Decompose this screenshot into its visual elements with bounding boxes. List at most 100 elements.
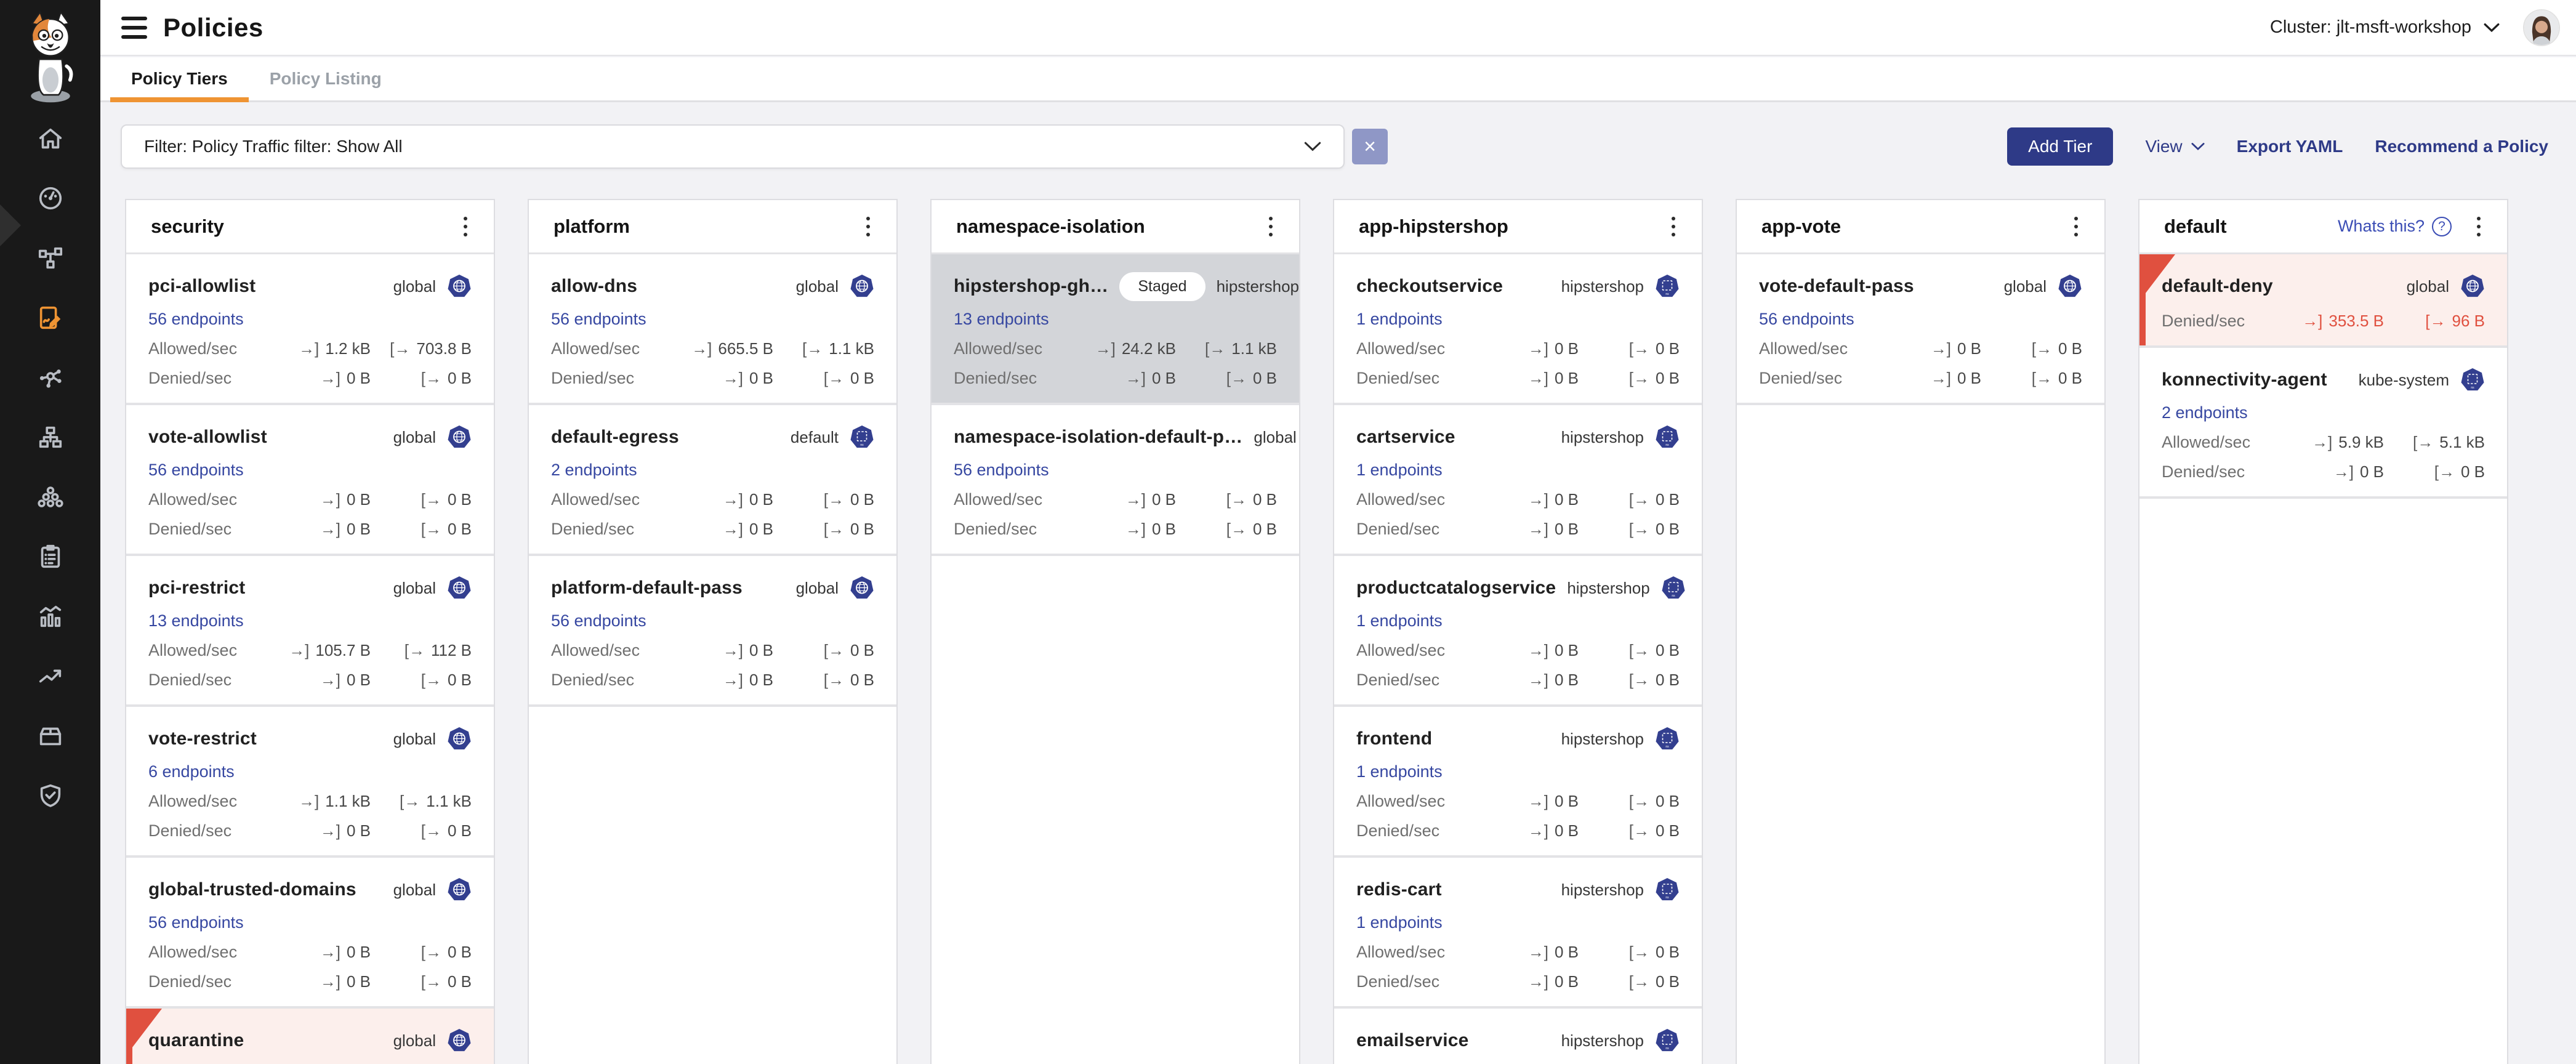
policy-card-productcatalogservice[interactable]: productcatalogservicehipstershop ns 1 en… <box>1334 556 1702 707</box>
policy-card-pci-restrict[interactable]: pci-restrictglobal 13 endpoints Allowed/… <box>126 556 494 707</box>
policy-name: konnectivity-agent <box>2162 369 2327 390</box>
egress-icon: [→ <box>1629 641 1649 660</box>
ingress-value: →]353.5 B <box>2285 312 2384 331</box>
egress-icon: [→ <box>824 369 844 388</box>
tier-column-app-vote: app-vote vote-default-passglobal 56 endp… <box>1736 199 2106 1064</box>
sidebar-item-workloads[interactable] <box>0 467 100 526</box>
stat-label: Allowed/sec <box>1356 792 1480 811</box>
tier-menu-icon[interactable] <box>454 212 477 241</box>
policy-card-vote-allowlist[interactable]: vote-allowlistglobal 56 endpoints Allowe… <box>126 405 494 556</box>
stat-label: Denied/sec <box>148 821 272 840</box>
egress-value: [→703.8 B <box>385 339 472 358</box>
policy-card-header: vote-default-passglobal <box>1759 272 2082 301</box>
namespace-scope-icon: ns <box>850 425 874 449</box>
tabs: Policy Tiers Policy Listing <box>100 57 2576 102</box>
policy-card-default-deny[interactable]: default-denyglobal Denied/sec →]353.5 B … <box>2139 254 2507 348</box>
policy-card-default-egress[interactable]: default-egressdefault ns 2 endpoints All… <box>529 405 896 556</box>
tab-policy-tiers[interactable]: Policy Tiers <box>110 57 249 100</box>
traffic-stat-row: Allowed/sec →]0 B [→0 B <box>954 490 1277 509</box>
endpoints-link[interactable]: 56 endpoints <box>551 310 646 329</box>
add-tier-button[interactable]: Add Tier <box>2007 127 2113 166</box>
stat-label: Denied/sec <box>1759 369 1883 388</box>
tier-menu-icon[interactable] <box>2468 212 2490 241</box>
menu-icon[interactable] <box>121 17 147 39</box>
policy-card-checkoutservice[interactable]: checkoutservicehipstershop ns 1 endpoint… <box>1334 254 1702 405</box>
stat-label: Allowed/sec <box>1356 339 1480 358</box>
avatar[interactable] <box>2523 9 2560 46</box>
endpoints-link[interactable]: 2 endpoints <box>2162 403 2248 422</box>
policy-card-allow-dns[interactable]: allow-dnsglobal 56 endpoints Allowed/sec… <box>529 254 896 405</box>
egress-value: [→0 B <box>788 641 874 660</box>
sidebar-item-nodes[interactable] <box>0 407 100 467</box>
traffic-stat-row: Allowed/sec →]0 B [→0 B <box>1356 943 1680 962</box>
tab-policy-listing[interactable]: Policy Listing <box>249 57 403 100</box>
endpoints-link[interactable]: 13 endpoints <box>954 310 1049 329</box>
egress-value: [→0 B <box>1191 490 1277 509</box>
workloads-icon <box>36 483 65 511</box>
policy-card-konnectivity-agent[interactable]: konnectivity-agentkube-system ns 2 endpo… <box>2139 348 2507 499</box>
clear-filter-button[interactable]: × <box>1352 129 1388 164</box>
traffic-stat-row: Allowed/sec →]5.9 kB [→5.1 kB <box>2162 433 2485 452</box>
policy-card-global-trusted-domains[interactable]: global-trusted-domainsglobal 56 endpoint… <box>126 858 494 1009</box>
endpoints-link[interactable]: 1 endpoints <box>1356 310 1443 329</box>
sidebar-item-home[interactable] <box>0 108 100 168</box>
policy-name: productcatalogservice <box>1356 578 1556 598</box>
endpoints-link[interactable]: 56 endpoints <box>1759 310 1854 329</box>
egress-value: [→0 B <box>1593 972 1680 991</box>
home-icon <box>36 124 65 153</box>
tier-column-app-hipstershop: app-hipstershop checkoutservicehipstersh… <box>1333 199 1703 1064</box>
namespace-scope-icon: ns <box>1655 727 1680 751</box>
policy-scope-label: global <box>796 277 839 296</box>
sidebar-item-compliance[interactable] <box>0 765 100 825</box>
endpoints-link[interactable]: 1 endpoints <box>1356 461 1443 480</box>
sidebar-item-logs[interactable] <box>0 526 100 586</box>
whats-this-link[interactable]: Whats this? ? <box>2338 217 2452 236</box>
export-yaml-button[interactable]: Export YAML <box>2237 137 2343 156</box>
policy-name: quarantine <box>148 1030 244 1051</box>
endpoints-link[interactable]: 56 endpoints <box>148 310 244 329</box>
tier-menu-icon[interactable] <box>1662 212 1684 241</box>
endpoints-link[interactable]: 1 endpoints <box>1356 611 1443 631</box>
policy-card-vote-default-pass[interactable]: vote-default-passglobal 56 endpoints All… <box>1737 254 2104 405</box>
recommend-policy-button[interactable]: Recommend a Policy <box>2375 137 2548 156</box>
endpoints-link[interactable]: 6 endpoints <box>148 762 235 781</box>
policy-card-header: checkoutservicehipstershop ns <box>1356 272 1680 301</box>
endpoints-link[interactable]: 56 endpoints <box>551 611 646 631</box>
endpoints-link[interactable]: 13 endpoints <box>148 611 244 631</box>
policy-card-platform-default-pass[interactable]: platform-default-passglobal 56 endpoints… <box>529 556 896 707</box>
policy-card-namespace-isolation-default-p[interactable]: namespace-isolation-default-p…global 56 … <box>932 405 1299 556</box>
policy-traffic-filter-select[interactable]: Filter: Policy Traffic filter: Show All <box>121 124 1345 169</box>
traffic-stat-row: Allowed/sec →]0 B [→0 B <box>1356 490 1680 509</box>
endpoints-link[interactable]: 1 endpoints <box>1356 913 1443 932</box>
policy-card-pci-allowlist[interactable]: pci-allowlistglobal 56 endpoints Allowed… <box>126 254 494 405</box>
sidebar-item-reports[interactable] <box>0 586 100 646</box>
sidebar-item-network-sets[interactable] <box>0 347 100 407</box>
endpoints-link[interactable]: 1 endpoints <box>1356 762 1443 781</box>
tier-menu-icon[interactable] <box>857 212 879 241</box>
sidebar-item-policies[interactable] <box>0 288 100 347</box>
sidebar-item-inventory[interactable] <box>0 706 100 765</box>
view-button[interactable]: View <box>2145 137 2204 156</box>
policy-scope-label: global <box>393 881 436 900</box>
policy-card-cartservice[interactable]: cartservicehipstershop ns 1 endpoints Al… <box>1334 405 1702 556</box>
policy-card-emailservice[interactable]: emailservicehipstershop ns 1 endpoints A… <box>1334 1009 1702 1064</box>
tier-menu-icon[interactable] <box>1260 212 1282 241</box>
traffic-stat-row: Denied/sec →]0 B [→0 B <box>1356 520 1680 539</box>
tier-board: security pci-allowlistglobal 56 endpoint… <box>125 199 2576 1064</box>
endpoints-link[interactable]: 56 endpoints <box>148 461 244 480</box>
endpoints-link[interactable]: 2 endpoints <box>551 461 637 480</box>
cluster-selector[interactable]: Cluster: jlt-msft-workshop <box>2270 17 2500 38</box>
egress-icon: [→ <box>421 972 441 991</box>
tier-menu-icon[interactable] <box>2065 212 2087 241</box>
egress-value: [→0 B <box>1593 671 1680 690</box>
policy-card-redis-cart[interactable]: redis-carthipstershop ns 1 endpoints All… <box>1334 858 1702 1009</box>
sidebar-item-trends[interactable] <box>0 646 100 706</box>
policy-card-quarantine[interactable]: quarantineglobal 0 endpoints <box>126 1009 494 1064</box>
global-scope-icon <box>447 576 472 600</box>
policy-card-frontend[interactable]: frontendhipstershop ns 1 endpoints Allow… <box>1334 707 1702 858</box>
global-scope-icon <box>447 877 472 902</box>
policy-card-hipstershop-gh[interactable]: hipstershop-gh…Stagedhipstershop ns 13 e… <box>932 254 1299 405</box>
policy-card-vote-restrict[interactable]: vote-restrictglobal 6 endpoints Allowed/… <box>126 707 494 858</box>
endpoints-link[interactable]: 56 endpoints <box>148 913 244 932</box>
endpoints-link[interactable]: 56 endpoints <box>954 461 1049 480</box>
